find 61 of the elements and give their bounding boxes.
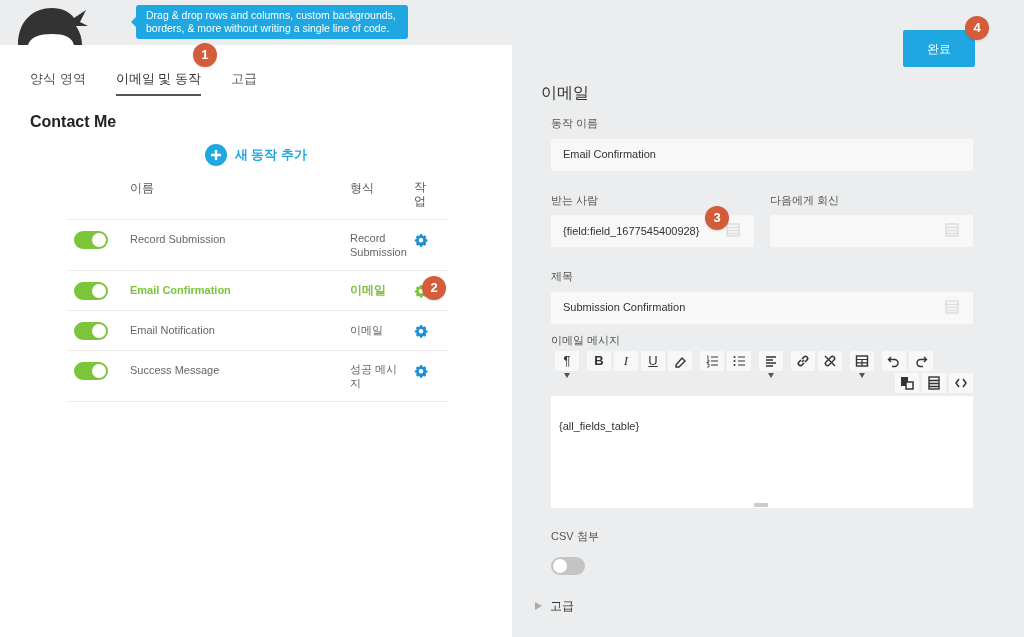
section-toggle[interactable]: 고급 bbox=[550, 596, 574, 615]
action-name[interactable]: Record Submission bbox=[130, 232, 226, 245]
input-field[interactable]: Submission Confirmation bbox=[551, 291, 973, 324]
input-field[interactable]: Email Confirmation bbox=[551, 138, 973, 171]
caret-icon[interactable] bbox=[564, 373, 570, 378]
action-name[interactable]: Email Notification bbox=[130, 323, 215, 336]
toggle-switch[interactable] bbox=[74, 321, 108, 340]
toggle-switch[interactable] bbox=[74, 361, 108, 380]
toggle-switch[interactable] bbox=[74, 281, 108, 300]
undo-icon[interactable] bbox=[882, 351, 906, 371]
plus-icon bbox=[204, 143, 227, 166]
settings-icon[interactable] bbox=[414, 363, 428, 378]
expand-arrow-icon[interactable] bbox=[535, 601, 542, 610]
field-label: 다음에게 회신 bbox=[770, 192, 841, 208]
paste-text-icon[interactable] bbox=[895, 373, 919, 393]
resize-handle-icon[interactable] bbox=[754, 503, 768, 507]
field-label: 동작 이름 bbox=[551, 116, 600, 131]
action-type: 이메일 bbox=[350, 322, 383, 337]
callout-badge: 4 bbox=[965, 16, 989, 40]
redo-icon[interactable] bbox=[909, 351, 933, 371]
source-list-icon[interactable] bbox=[922, 373, 946, 393]
callout-badge: 1 bbox=[192, 43, 217, 67]
message-editor[interactable]: {all_fields_table} bbox=[551, 396, 973, 508]
tab[interactable]: 양식 영역 bbox=[30, 69, 86, 96]
panel-title: 이메일 bbox=[541, 83, 590, 103]
format-button[interactable]: ¶ bbox=[555, 351, 579, 371]
bullet-list-icon[interactable] bbox=[727, 351, 751, 371]
settings-icon[interactable] bbox=[414, 232, 428, 247]
action-type: Record Submission bbox=[350, 230, 407, 259]
field-label: 받는 사람 bbox=[551, 192, 600, 208]
tab[interactable]: 이메일 및 동작 bbox=[115, 69, 201, 96]
field-label: 제목 bbox=[551, 269, 574, 284]
column-header: 작 업 bbox=[414, 179, 426, 208]
unlink-icon[interactable] bbox=[818, 351, 842, 371]
tooltip-text: Drag & drop rows and columns, custom backgrounds, borders, & more without writing a single line of code. bbox=[146, 9, 397, 35]
callout-badge: 2 bbox=[422, 275, 446, 300]
column-header: 이름 bbox=[130, 180, 154, 195]
field-label: 이메일 메시지 bbox=[551, 332, 622, 348]
tab[interactable]: 고급 bbox=[230, 69, 257, 96]
settings-icon[interactable] bbox=[414, 323, 428, 338]
input-field[interactable] bbox=[770, 215, 973, 247]
toggle-switch[interactable] bbox=[74, 230, 108, 249]
caret-icon[interactable] bbox=[768, 373, 774, 378]
action-type: 이메일 bbox=[350, 282, 386, 297]
code-icon[interactable] bbox=[949, 373, 973, 393]
toggle-switch[interactable] bbox=[551, 556, 585, 575]
action-name[interactable]: Success Message bbox=[130, 363, 220, 376]
align-left-icon[interactable] bbox=[759, 351, 783, 371]
field-label: CSV 첨부 bbox=[551, 529, 600, 544]
format-button[interactable]: B bbox=[587, 351, 611, 371]
caret-icon[interactable] bbox=[859, 373, 865, 378]
action-type: 성공 메시 지 bbox=[350, 361, 398, 390]
table-icon[interactable] bbox=[850, 351, 874, 371]
format-button[interactable]: U bbox=[641, 351, 665, 371]
column-header: 형식 bbox=[350, 180, 374, 195]
format-button[interactable]: I bbox=[614, 351, 638, 371]
link-icon[interactable] bbox=[791, 351, 815, 371]
eraser-icon[interactable] bbox=[668, 351, 692, 371]
form-title: Contact Me bbox=[30, 111, 118, 132]
numbered-list-icon[interactable] bbox=[700, 351, 724, 371]
callout-badge: 3 bbox=[705, 206, 729, 230]
